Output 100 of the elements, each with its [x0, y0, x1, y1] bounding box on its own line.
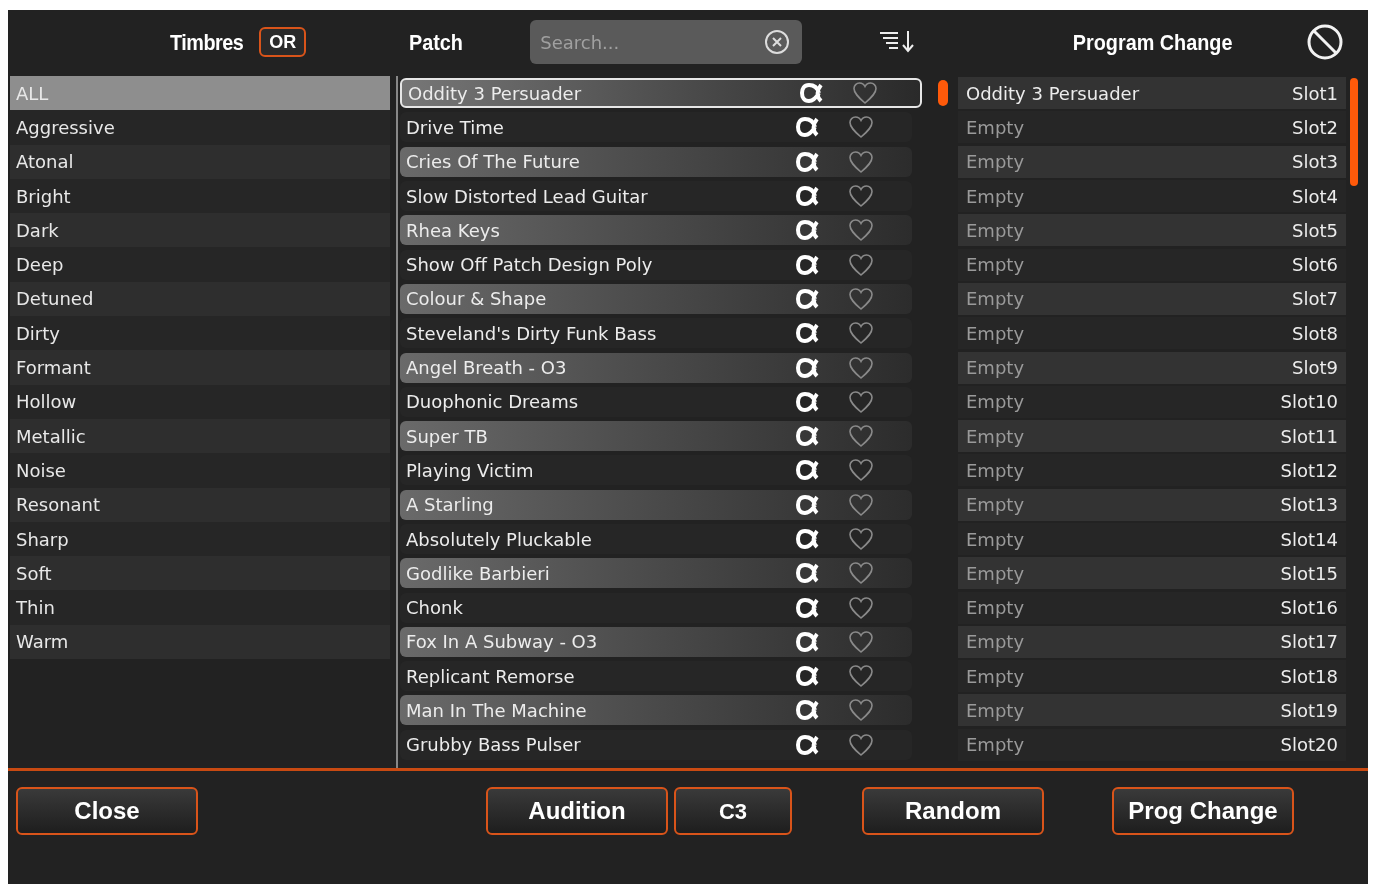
alpha-icon[interactable]: [796, 322, 820, 345]
patch-row[interactable]: Rhea Keys: [400, 215, 912, 246]
alpha-icon[interactable]: [796, 493, 820, 516]
heart-icon[interactable]: [848, 595, 874, 620]
search-field[interactable]: Search...: [530, 20, 803, 64]
program-slot-row[interactable]: Empty Slot8: [958, 317, 1346, 350]
patch-row[interactable]: A Starling: [400, 489, 912, 520]
timbre-item[interactable]: Dirty: [10, 316, 390, 351]
patch-row[interactable]: Oddity 3 Persuader: [400, 78, 922, 109]
alpha-icon[interactable]: [800, 82, 824, 105]
heart-icon[interactable]: [848, 698, 874, 723]
program-slot-row[interactable]: Empty Slot7: [958, 282, 1346, 315]
timbre-item[interactable]: Soft: [10, 556, 390, 591]
heart-icon[interactable]: [848, 184, 874, 209]
program-slot-row[interactable]: Empty Slot14: [958, 523, 1346, 555]
alpha-icon[interactable]: [796, 528, 820, 550]
heart-icon[interactable]: [848, 115, 874, 140]
or-button[interactable]: OR: [259, 27, 307, 57]
clear-icon[interactable]: [764, 29, 791, 55]
program-slot-row[interactable]: Empty Slot19: [958, 694, 1346, 727]
alpha-icon[interactable]: [796, 733, 820, 756]
alpha-icon[interactable]: [796, 185, 820, 208]
program-slot-row[interactable]: Empty Slot10: [958, 385, 1346, 418]
alpha-icon[interactable]: [796, 562, 820, 585]
program-slot-row[interactable]: Empty Slot5: [958, 214, 1346, 247]
heart-icon[interactable]: [848, 355, 874, 380]
timbre-item[interactable]: Noise: [10, 453, 390, 488]
patch-row[interactable]: Chonk: [400, 592, 912, 623]
heart-icon[interactable]: [848, 732, 874, 757]
patch-row[interactable]: Absolutely Pluckable: [400, 524, 912, 554]
heart-icon[interactable]: [848, 492, 874, 517]
program-slot-row[interactable]: Empty Slot18: [958, 660, 1346, 693]
patch-row[interactable]: Fox In A Subway - O3: [400, 626, 912, 657]
close-button[interactable]: Close: [16, 787, 198, 835]
alpha-icon[interactable]: [796, 665, 820, 688]
alpha-icon[interactable]: [796, 116, 820, 139]
timbre-item[interactable]: Bright: [10, 178, 390, 214]
alpha-icon[interactable]: [796, 253, 820, 276]
timbre-item[interactable]: Warm: [10, 624, 390, 660]
program-slot-row[interactable]: Empty Slot16: [958, 591, 1346, 624]
patch-row[interactable]: Replicant Remorse: [400, 661, 912, 692]
patch-row[interactable]: Slow Distorted Lead Guitar: [400, 181, 912, 212]
scrollbar-thumb[interactable]: [1350, 78, 1358, 186]
heart-icon[interactable]: [848, 321, 874, 346]
alpha-icon[interactable]: [796, 150, 820, 173]
patch-row[interactable]: Colour & Shape: [400, 283, 912, 314]
program-slot-row[interactable]: Empty Slot6: [958, 248, 1346, 281]
timbre-item[interactable]: Aggressive: [10, 110, 390, 145]
patch-row[interactable]: Drive Time: [400, 112, 912, 143]
heart-icon[interactable]: [848, 389, 874, 414]
program-slot-row[interactable]: Empty Slot20: [958, 728, 1346, 761]
timbre-item[interactable]: Atonal: [10, 144, 390, 179]
heart-icon[interactable]: [848, 424, 874, 449]
patch-row[interactable]: Playing Victim: [400, 455, 912, 486]
program-slot-row[interactable]: Empty Slot12: [958, 454, 1346, 487]
heart-icon[interactable]: [848, 218, 874, 243]
heart-icon[interactable]: [848, 252, 874, 277]
heart-icon[interactable]: [848, 527, 874, 551]
heart-icon[interactable]: [848, 149, 874, 174]
program-slot-row[interactable]: Empty Slot4: [958, 180, 1346, 213]
patch-row[interactable]: Show Off Patch Design Poly: [400, 249, 912, 280]
timbre-item[interactable]: Formant: [10, 350, 390, 385]
patch-row[interactable]: Duophonic Dreams: [400, 386, 912, 417]
patch-row[interactable]: Grubby Bass Pulser: [400, 729, 912, 760]
patch-row[interactable]: Steveland's Dirty Funk Bass: [400, 318, 912, 349]
heart-icon[interactable]: [848, 664, 874, 689]
alpha-icon[interactable]: [796, 356, 820, 379]
timbre-item[interactable]: Metallic: [10, 418, 390, 454]
random-button[interactable]: Random: [862, 787, 1044, 835]
alpha-icon[interactable]: [796, 459, 820, 482]
prog-change-button[interactable]: Prog Change: [1112, 787, 1294, 835]
patch-row[interactable]: Angel Breath - O3: [400, 352, 912, 383]
program-slot-row[interactable]: Empty Slot9: [958, 351, 1346, 384]
alpha-icon[interactable]: [796, 425, 820, 448]
heart-icon[interactable]: [852, 81, 878, 106]
program-slot-row[interactable]: Empty Slot15: [958, 557, 1346, 590]
alpha-icon[interactable]: [796, 390, 820, 413]
patch-row[interactable]: Man In The Machine: [400, 695, 912, 726]
timbre-item[interactable]: Detuned: [10, 281, 390, 317]
program-slot-row[interactable]: Empty Slot13: [958, 488, 1346, 521]
heart-icon[interactable]: [848, 561, 874, 586]
alpha-icon[interactable]: [796, 287, 820, 310]
program-slot-row[interactable]: Empty Slot2: [958, 111, 1346, 144]
disable-icon[interactable]: [1305, 23, 1344, 61]
note-button[interactable]: C3: [674, 787, 792, 835]
timbre-item[interactable]: Resonant: [10, 487, 390, 522]
patch-row[interactable]: Super TB: [400, 421, 912, 452]
alpha-icon[interactable]: [796, 596, 820, 619]
program-slot-row[interactable]: Oddity 3 Persuader Slot1: [958, 77, 1346, 110]
alpha-icon[interactable]: [796, 219, 820, 242]
timbre-item[interactable]: Dark: [10, 213, 390, 248]
timbre-item[interactable]: Deep: [10, 247, 390, 282]
heart-icon[interactable]: [848, 286, 874, 311]
alpha-icon[interactable]: [796, 630, 820, 653]
timbre-item[interactable]: Sharp: [10, 521, 390, 557]
heart-icon[interactable]: [848, 629, 874, 654]
program-slot-row[interactable]: Empty Slot3: [958, 145, 1346, 178]
program-slot-row[interactable]: Empty Slot11: [958, 420, 1346, 453]
audition-button[interactable]: Audition: [486, 787, 668, 835]
heart-icon[interactable]: [848, 458, 874, 483]
